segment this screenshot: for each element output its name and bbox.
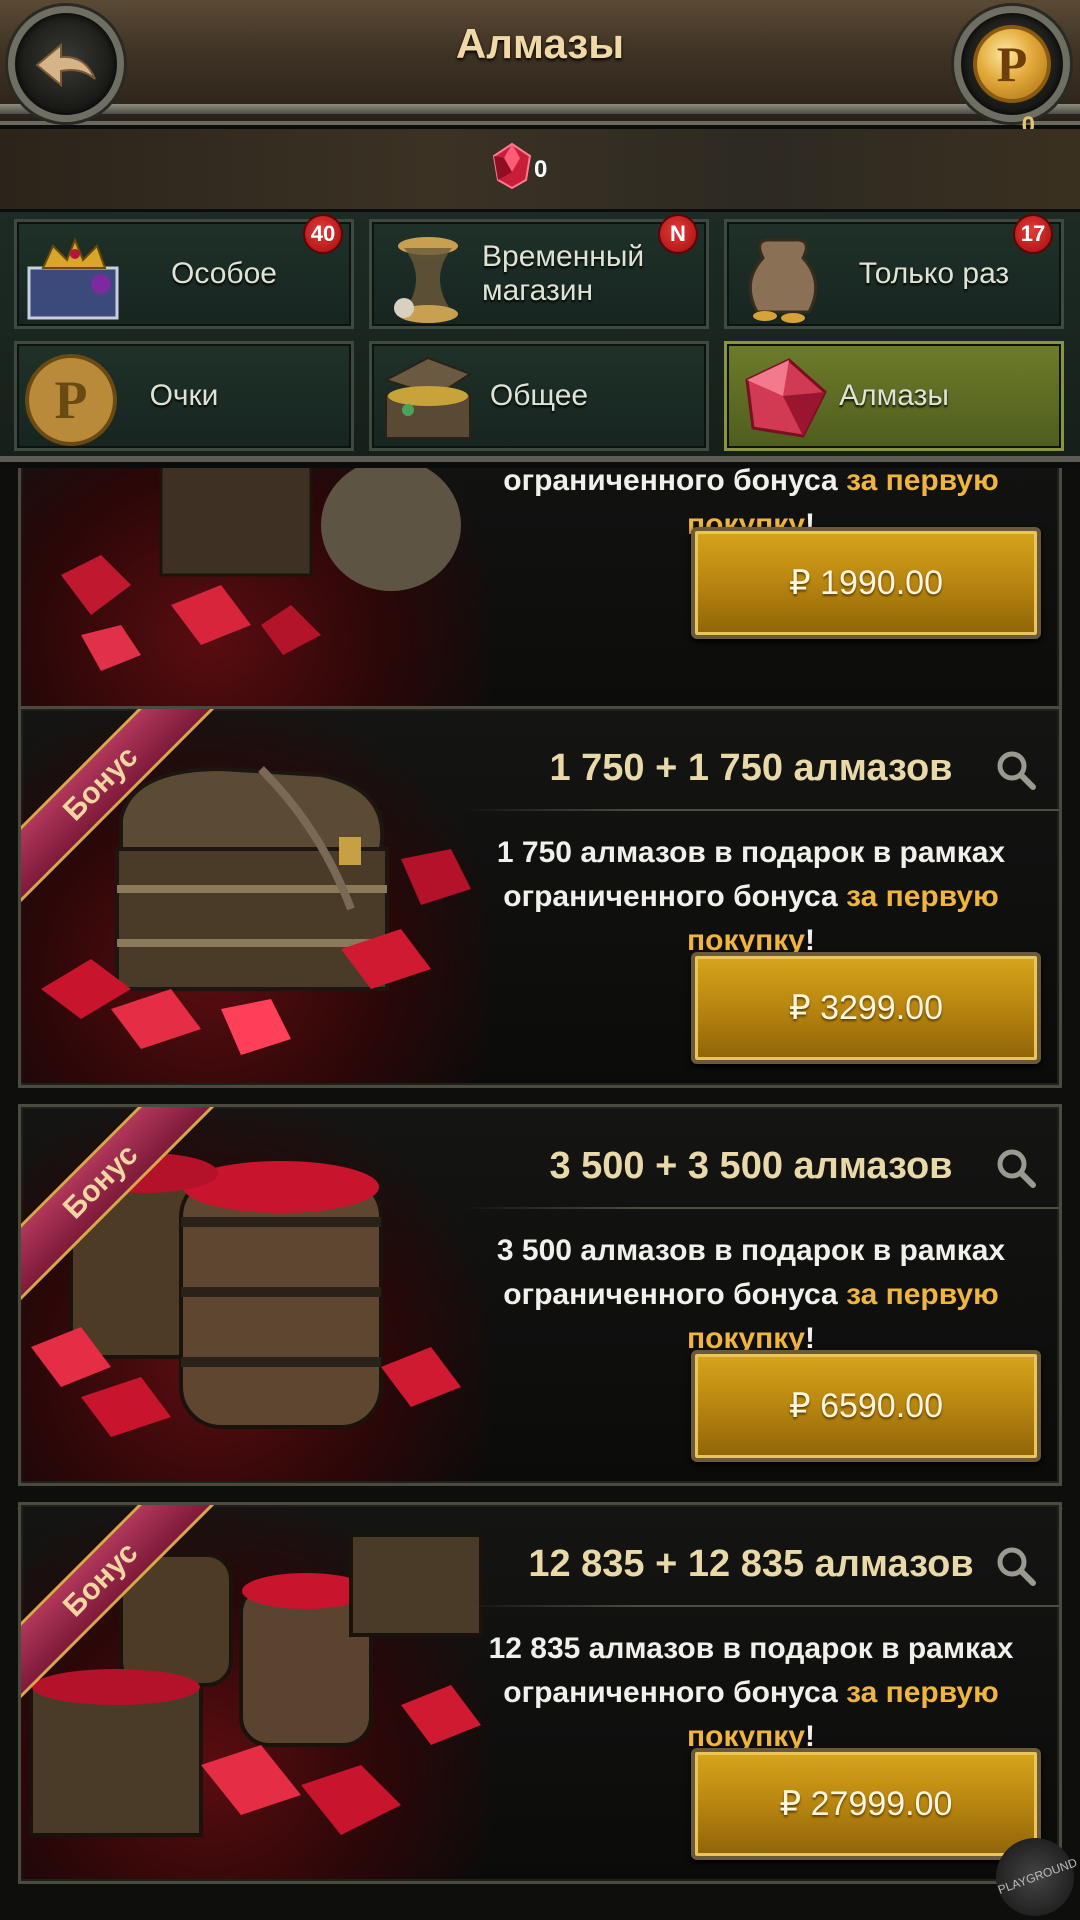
description-line: ограниченного бонуса за первую покупку!: [441, 875, 1059, 963]
buy-button[interactable]: ₽ 3299.00: [691, 952, 1041, 1064]
notification-badge: 17: [1013, 214, 1053, 254]
tab-label: Общее: [489, 379, 589, 412]
tab-general[interactable]: Общее: [369, 341, 709, 451]
tab-points[interactable]: P Очки: [14, 341, 354, 451]
title-divider: [461, 1207, 1059, 1209]
tab-one-time[interactable]: Только раз 17: [724, 214, 1064, 329]
description-line: 12 835 алмазов в подарок в рамках: [488, 1632, 1014, 1665]
description-text: ограниченного бонуса: [503, 880, 838, 913]
gem-icon: [492, 142, 532, 190]
tab-label: Только раз: [858, 257, 1010, 290]
back-arrow-icon: [35, 42, 96, 88]
product-title: 12 835 + 12 835 алмазов: [528, 1543, 974, 1585]
magnifier-icon[interactable]: [995, 1147, 1037, 1189]
product-card: Бонус 12 835 + 12 835 алмазов 12 835 алм…: [18, 1502, 1062, 1884]
product-card: Бонус 3 500 + 3 500 алмазов 3 500 алмазо…: [18, 1104, 1062, 1486]
magnifier-icon[interactable]: [995, 1545, 1037, 1587]
tab-diamonds[interactable]: Алмазы: [724, 341, 1064, 451]
notification-badge: N: [658, 214, 698, 254]
buy-button[interactable]: ₽ 27999.00: [691, 1748, 1041, 1860]
product-title: 3 500 + 3 500 алмазов: [549, 1145, 953, 1187]
tab-label: Временный магазин: [482, 240, 645, 307]
description-text: ограниченного бонуса: [503, 468, 838, 497]
product-description: 1 750 алмазов в подарок в рамках огранич…: [441, 831, 1059, 963]
back-button[interactable]: [8, 6, 124, 122]
description-line: 3 500 алмазов в подарок в рамках: [496, 1234, 1006, 1267]
buy-button[interactable]: ₽ 1990.00: [691, 527, 1041, 639]
description-line: ограниченного бонуса за первую покупку!: [441, 1273, 1059, 1361]
product-description: 12 835 алмазов в подарок в рамках ограни…: [441, 1627, 1059, 1759]
tab-label: Особое: [171, 257, 277, 290]
notification-badge: 40: [303, 214, 343, 254]
buy-button[interactable]: ₽ 6590.00: [691, 1350, 1041, 1462]
tab-special[interactable]: Особое 40: [14, 214, 354, 329]
header-rail: [0, 104, 1080, 114]
description-text: ограниченного бонуса: [503, 1278, 838, 1311]
product-card: Бонус 1 750 + 1 750 алмазов 1 750 алмазо…: [18, 706, 1062, 1088]
description-line: 1 750 алмазов в подарок в рамках: [496, 836, 1006, 869]
category-tabs: Особое 40 Временный магазин N Только раз…: [0, 212, 1080, 462]
gem-count: 0: [534, 156, 548, 183]
magnifier-icon[interactable]: [995, 749, 1037, 791]
points-coin-button[interactable]: P: [954, 6, 1070, 122]
top-bar: Алмазы P: [0, 0, 1080, 125]
description-line: ограниченного бонуса за первую покупку!: [441, 1671, 1059, 1759]
product-description: 3 500 алмазов в подарок в рамках огранич…: [441, 1229, 1059, 1361]
tab-label: Алмазы: [839, 379, 949, 412]
points-coin-icon: P: [973, 25, 1051, 103]
page-title: Алмазы: [455, 20, 625, 67]
title-divider: [461, 1605, 1059, 1607]
description-text: ограниченного бонуса: [503, 1676, 838, 1709]
tab-temporary-shop[interactable]: Временный магазин N: [369, 214, 709, 329]
title-divider: [461, 809, 1059, 811]
product-title: 1 750 + 1 750 алмазов: [549, 747, 953, 789]
tab-label: Очки: [149, 379, 219, 412]
product-list[interactable]: ограниченного бонуса за первую покупку! …: [0, 468, 1080, 1920]
